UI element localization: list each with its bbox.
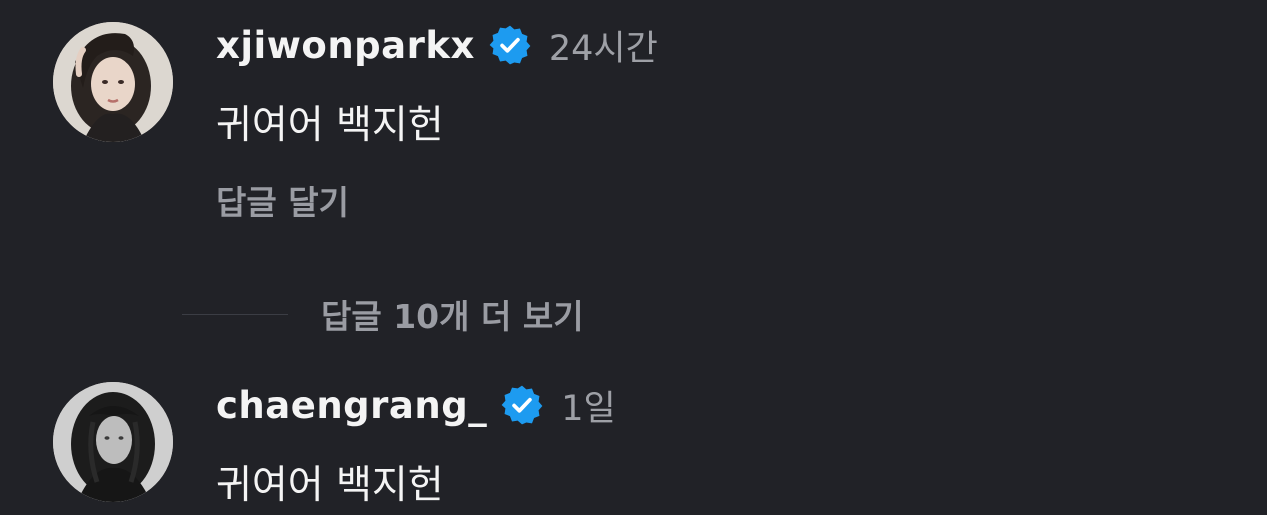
comment-header: chaengrang_ 1일 bbox=[216, 380, 616, 430]
comment-header: xjiwonparkx 24시간 bbox=[216, 20, 658, 70]
verified-badge-icon bbox=[489, 24, 531, 66]
replies-divider bbox=[182, 313, 288, 315]
view-more-replies-button[interactable]: 답글 10개 더 보기 bbox=[182, 286, 584, 342]
comment-text: 귀여어 백지헌 bbox=[216, 103, 444, 148]
avatar-photo-icon bbox=[53, 22, 173, 142]
avatar[interactable] bbox=[53, 22, 173, 142]
reply-button[interactable]: 답글 달기 bbox=[216, 176, 349, 224]
comment-timestamp: 1일 bbox=[561, 388, 616, 429]
verified-badge-icon bbox=[501, 384, 543, 426]
avatar[interactable] bbox=[53, 382, 173, 502]
avatar-photo-icon bbox=[53, 382, 173, 502]
view-more-replies-label: 답글 10개 더 보기 bbox=[321, 297, 584, 336]
username[interactable]: xjiwonparkx bbox=[216, 24, 475, 67]
username[interactable]: chaengrang_ bbox=[216, 384, 487, 427]
comment-text: 귀여어 백지헌 bbox=[216, 463, 444, 508]
comment-timestamp: 24시간 bbox=[548, 28, 658, 69]
